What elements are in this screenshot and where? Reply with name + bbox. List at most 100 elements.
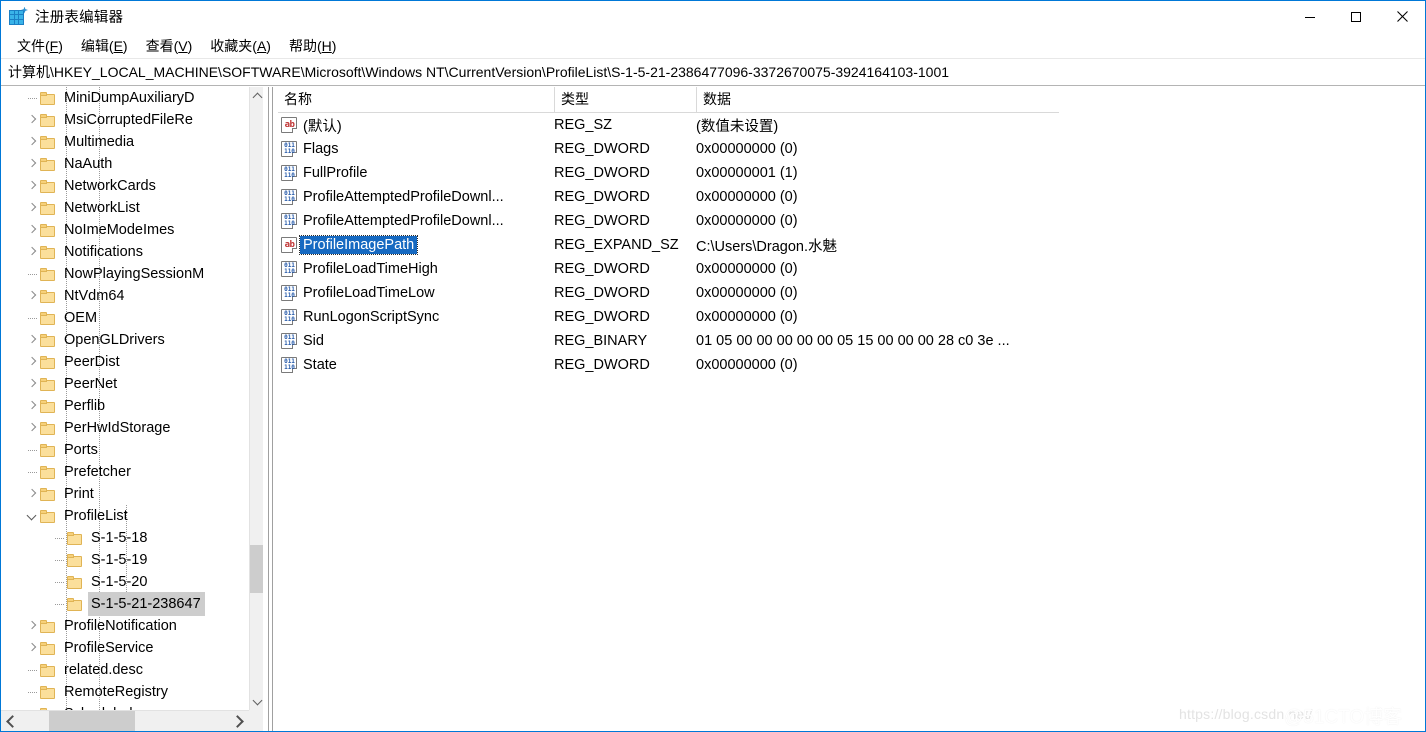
- table-row[interactable]: ab ProfileImagePath REG_EXPAND_SZ C:\Users\…: [278, 233, 1425, 257]
- chevron-right-icon[interactable]: [24, 200, 40, 216]
- menu-file[interactable]: 文件(F): [8, 34, 72, 58]
- chevron-right-icon[interactable]: [24, 398, 40, 414]
- folder-icon: [40, 201, 55, 215]
- tree-guide-line: [28, 670, 38, 671]
- value-name: FullProfile: [303, 165, 368, 181]
- chevron-right-icon[interactable]: [24, 222, 40, 238]
- table-row[interactable]: 011 110 State REG_DWORD 0x00000000 (0): [278, 353, 1425, 377]
- tree-item[interactable]: ProfileNotification: [1, 615, 249, 637]
- tree-item[interactable]: NoImeModeImes: [1, 219, 249, 241]
- menu-edit[interactable]: 编辑(E): [72, 34, 137, 58]
- main-content: MiniDumpAuxiliaryD MsiCorruptedFileRe Mult…: [1, 87, 1425, 731]
- table-row[interactable]: 011 110 ProfileAttemptedProfileDownl... REG…: [278, 185, 1425, 209]
- tree-item[interactable]: NtVdm64: [1, 285, 249, 307]
- menu-favorites[interactable]: 收藏夹(A): [201, 34, 280, 58]
- table-row[interactable]: ab (默认) REG_SZ (数值未设置): [278, 113, 1425, 137]
- table-row[interactable]: 011 110 Sid REG_BINARY 01 05 00 00 00 00 00 …: [278, 329, 1425, 353]
- tree-item[interactable]: S-1-5-20: [1, 571, 249, 593]
- tree-viewport: MiniDumpAuxiliaryD MsiCorruptedFileRe Mult…: [1, 87, 249, 710]
- tree-item[interactable]: OEM: [1, 307, 249, 329]
- chevron-right-icon[interactable]: [24, 244, 40, 260]
- column-header-data[interactable]: 数据: [696, 87, 1059, 112]
- scroll-left-icon[interactable]: [1, 711, 21, 731]
- tree-item[interactable]: PerHwIdStorage: [1, 417, 249, 439]
- tree-item[interactable]: S-1-5-21-238647: [1, 592, 249, 616]
- table-row[interactable]: 011 110 RunLogonScriptSync REG_DWORD 0x00000…: [278, 305, 1425, 329]
- tree-item[interactable]: PeerDist: [1, 351, 249, 373]
- tree-item[interactable]: RemoteRegistry: [1, 681, 249, 703]
- tree-item[interactable]: ProfileList: [1, 505, 249, 527]
- tree-item[interactable]: NowPlayingSessionM: [1, 263, 249, 285]
- scroll-up-icon[interactable]: [250, 87, 263, 104]
- tree-item[interactable]: Multimedia: [1, 131, 249, 153]
- tree-item[interactable]: Perflib: [1, 395, 249, 417]
- minimize-button[interactable]: [1287, 1, 1333, 32]
- chevron-right-icon[interactable]: [24, 486, 40, 502]
- pane-splitter[interactable]: [263, 87, 277, 731]
- cell-data: 0x00000000 (0): [696, 137, 798, 161]
- value-type: REG_DWORD: [554, 165, 650, 181]
- tree-item[interactable]: ProfileService: [1, 637, 249, 659]
- value-data: 0x00000000 (0): [696, 189, 798, 205]
- menu-view-accel: V: [178, 37, 188, 54]
- close-button[interactable]: [1379, 1, 1425, 32]
- tree-guide-line: [28, 98, 38, 99]
- tree-item[interactable]: Prefetcher: [1, 461, 249, 483]
- tree-item[interactable]: NetworkCards: [1, 175, 249, 197]
- menu-view[interactable]: 查看(V): [137, 34, 202, 58]
- tree-vertical-scrollbar[interactable]: [249, 87, 263, 710]
- maximize-button[interactable]: [1333, 1, 1379, 32]
- tree-item[interactable]: MsiCorruptedFileRe: [1, 109, 249, 131]
- cell-type: REG_DWORD: [554, 209, 650, 233]
- vertical-scroll-thumb[interactable]: [250, 545, 263, 593]
- tree-item[interactable]: Ports: [1, 439, 249, 461]
- tree-item[interactable]: Print: [1, 483, 249, 505]
- table-row[interactable]: 011 110 Flags REG_DWORD 0x00000000 (0): [278, 137, 1425, 161]
- chevron-right-icon[interactable]: [24, 156, 40, 172]
- tree-item[interactable]: NaAuth: [1, 153, 249, 175]
- folder-icon: [40, 245, 55, 259]
- tree-item-label: OEM: [64, 310, 98, 326]
- table-row[interactable]: 011 110 FullProfile REG_DWORD 0x00000001 (1): [278, 161, 1425, 185]
- column-header-name[interactable]: 名称: [278, 87, 554, 112]
- table-row[interactable]: 011 110 ProfileAttemptedProfileDownl... REG…: [278, 209, 1425, 233]
- horizontal-scroll-thumb[interactable]: [49, 711, 135, 731]
- chevron-right-icon[interactable]: [24, 288, 40, 304]
- tree-item[interactable]: NetworkList: [1, 197, 249, 219]
- table-row[interactable]: 011 110 ProfileLoadTimeLow REG_DWORD 0x00000…: [278, 281, 1425, 305]
- tree-item-label: Ports: [64, 442, 98, 458]
- address-bar[interactable]: 计算机\HKEY_LOCAL_MACHINE\SOFTWARE\Microsof…: [1, 58, 1425, 86]
- value-type: REG_EXPAND_SZ: [554, 237, 679, 253]
- chevron-right-icon[interactable]: [24, 332, 40, 348]
- tree-item[interactable]: S-1-5-18: [1, 527, 249, 549]
- tree-item[interactable]: S-1-5-19: [1, 549, 249, 571]
- cell-type: REG_DWORD: [554, 257, 650, 281]
- scroll-down-icon[interactable]: [250, 693, 263, 710]
- chevron-right-icon[interactable]: [24, 376, 40, 392]
- scroll-right-icon[interactable]: [229, 711, 249, 731]
- tree-item[interactable]: related.desc: [1, 659, 249, 681]
- tree-item[interactable]: Scheduled: [1, 703, 249, 710]
- chevron-right-icon[interactable]: [24, 618, 40, 634]
- folder-icon: [40, 333, 55, 347]
- chevron-right-icon[interactable]: [24, 640, 40, 656]
- chevron-right-icon[interactable]: [24, 354, 40, 370]
- folder-icon: [67, 597, 82, 611]
- tree-horizontal-scrollbar[interactable]: [1, 710, 263, 731]
- tree-item[interactable]: PeerNet: [1, 373, 249, 395]
- binary-value-icon: 011 110: [281, 261, 298, 277]
- folder-icon: [40, 377, 55, 391]
- table-row[interactable]: 011 110 ProfileLoadTimeHigh REG_DWORD 0x0000…: [278, 257, 1425, 281]
- tree-item[interactable]: Notifications: [1, 241, 249, 263]
- tree-item-label: ProfileNotification: [64, 618, 177, 634]
- tree-item[interactable]: MiniDumpAuxiliaryD: [1, 87, 249, 109]
- cell-data: (数值未设置): [696, 113, 778, 137]
- menu-help[interactable]: 帮助(H): [280, 34, 345, 58]
- chevron-right-icon[interactable]: [24, 112, 40, 128]
- chevron-right-icon[interactable]: [24, 178, 40, 194]
- tree-item[interactable]: OpenGLDrivers: [1, 329, 249, 351]
- chevron-down-icon[interactable]: [24, 508, 40, 524]
- chevron-right-icon[interactable]: [24, 420, 40, 436]
- column-header-type[interactable]: 类型: [554, 87, 696, 112]
- chevron-right-icon[interactable]: [24, 134, 40, 150]
